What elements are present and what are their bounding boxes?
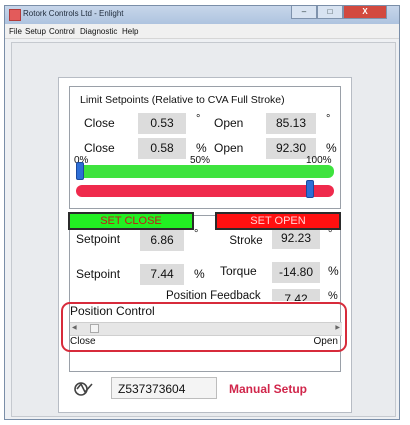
valve-stroke-label-2: Stroke [229,235,263,247]
open-limit-bar[interactable] [76,180,334,198]
deg-unit: ° [194,228,199,240]
open-label-deg: Open [214,116,244,130]
set-close-button[interactable]: SET CLOSE [68,212,194,230]
minimize-button[interactable]: – [291,6,317,19]
window-title: Rotork Controls Ltd - Enlight [23,9,124,18]
close-limit-bar[interactable] [76,162,334,180]
torque-value: -14.80 [272,262,320,283]
app-icon [9,9,21,21]
deg-unit: ° [326,113,331,125]
open-limit-marker[interactable] [306,180,314,198]
slider-right-arrow-icon[interactable]: ▶ [335,324,340,331]
menu-file[interactable]: File [9,27,22,36]
pct-unit: % [196,141,207,155]
setpoint-deg-value: 6.86 [140,230,184,251]
menu-diagnostic[interactable]: Diagnostic [80,27,117,36]
limit-setpoints-heading: Limit Setpoints (Relative to CVA Full St… [80,94,285,106]
open-label-pct: Open [214,141,244,155]
close-pct-field[interactable]: 0.58 [138,138,186,159]
manual-setup-label: Manual Setup [229,382,308,396]
position-control-slider[interactable]: ◀ ▶ [70,322,342,336]
close-label-pct: Close [84,141,115,155]
maximize-button[interactable]: □ [317,6,343,19]
slider-left-arrow-icon[interactable]: ◀ [72,324,77,331]
setpoint-label-pct: Setpoint [76,267,121,281]
menu-setup[interactable]: Setup [25,27,46,36]
position-feedback-label: Position Feedback [166,290,261,301]
title-bar[interactable]: Rotork Controls Ltd - Enlight – □ X [5,6,399,25]
pct-unit: % [194,267,205,281]
menu-help[interactable]: Help [122,27,138,36]
menu-control[interactable]: Control [49,27,75,36]
pct-unit: % [328,290,338,301]
deg-unit: ° [196,113,201,125]
setup-panel: Limit Setpoints (Relative to CVA Full St… [58,77,352,413]
slider-open-label: Open [313,336,338,347]
close-limit-marker[interactable] [76,162,84,180]
app-window: Rotork Controls Ltd - Enlight – □ X File… [4,5,400,420]
position-control-label: Position Control [70,304,159,318]
setpoint-label-deg: Setpoint [76,232,121,246]
close-button[interactable]: X [343,6,387,19]
torque-label: Torque [220,264,257,278]
slider-close-label: Close [70,336,96,347]
status-panel: Setpoint 6.86 ° Valve Stroke 92.23 ° Set… [61,215,347,372]
limit-setpoints-panel: Limit Setpoints (Relative to CVA Full St… [69,86,341,209]
open-deg-field[interactable]: 85.13 [266,113,316,134]
pct-unit: % [328,264,339,278]
rotork-logo-icon [74,382,93,396]
position-feedback-value: 7.42 [272,289,320,301]
serial-number-field: Z537373604 [111,377,217,399]
valve-stroke-value: 92.23 [272,228,320,249]
close-deg-field[interactable]: 0.53 [138,113,186,134]
close-label-deg: Close [84,116,115,130]
slider-thumb[interactable] [90,324,99,333]
menu-bar: File Setup Control Diagnostic Help [5,24,399,39]
client-area: Limit Setpoints (Relative to CVA Full St… [11,42,396,417]
setpoint-pct-value: 7.44 [140,264,184,285]
pct-unit: % [326,141,337,155]
set-open-button[interactable]: SET OPEN [215,212,341,230]
